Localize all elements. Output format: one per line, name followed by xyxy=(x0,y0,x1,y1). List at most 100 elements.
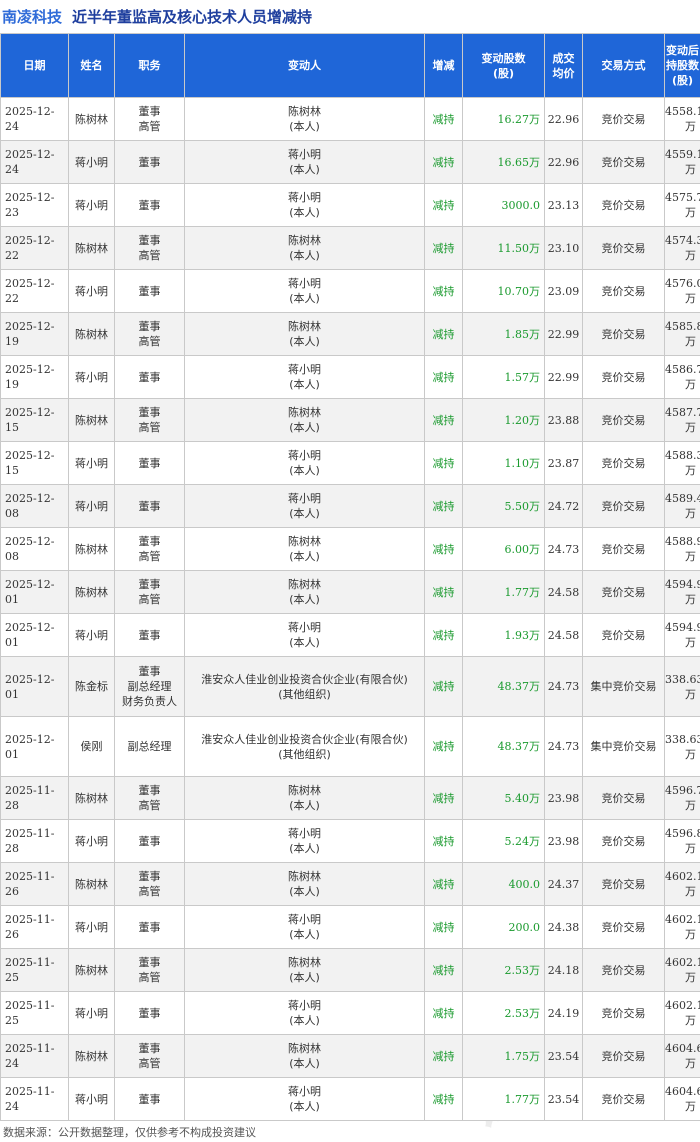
price-cell: 24.19 xyxy=(544,991,583,1035)
price-cell: 23.54 xyxy=(544,1034,583,1078)
shares-cell: 5.50万 xyxy=(462,484,545,528)
direction-cell: 减持 xyxy=(424,97,463,141)
table-row: 2025-12-24 蒋小明 董事 蒋小明 (本人) 减持 16.65万 22.96 竞价交易 4… xyxy=(0,140,700,184)
method-cell: 竞价交易 xyxy=(582,905,665,949)
method-cell: 竞价交易 xyxy=(582,140,665,184)
price-cell: 23.13 xyxy=(544,183,583,227)
after-holdings-cell: 4588.33万 xyxy=(664,441,700,485)
position-cell: 董事 高管 xyxy=(114,776,185,820)
name-cell: 蒋小明 xyxy=(68,819,115,863)
after-holdings-cell: 4574.38万 xyxy=(664,226,700,270)
price-cell: 23.87 xyxy=(544,441,583,485)
table-row: 2025-12-19 蒋小明 董事 蒋小明 (本人) 减持 1.57万 22.99 竞价交易 45… xyxy=(0,355,700,399)
date-cell: 2025-12-24 xyxy=(0,97,69,141)
price-cell: 24.18 xyxy=(544,948,583,992)
after-holdings-cell: 4575.76万 xyxy=(664,183,700,227)
shares-cell: 1.77万 xyxy=(462,1077,545,1121)
table-row: 2025-11-26 蒋小明 董事 蒋小明 (本人) 减持 200.0 24.38 竞价交易 46… xyxy=(0,905,700,949)
position-cell: 董事 xyxy=(114,991,185,1035)
data-source-note: 数据来源：公开数据整理，仅供参考不构成投资建议 xyxy=(3,1126,256,1139)
after-holdings-cell: 4586.76万 xyxy=(664,355,700,399)
method-cell: 集中竞价交易 xyxy=(582,656,665,717)
changer-cell: 蒋小明 (本人) xyxy=(184,819,425,863)
price-cell: 24.58 xyxy=(544,613,583,657)
method-cell: 竞价交易 xyxy=(582,97,665,141)
shares-cell: 48.37万 xyxy=(462,716,545,777)
shares-cell: 5.24万 xyxy=(462,819,545,863)
changer-cell: 淮安众人佳业创业投资合伙企业(有限合伙) (其他组织) xyxy=(184,716,425,777)
name-cell: 蒋小明 xyxy=(68,484,115,528)
after-holdings-cell: 4596.70万 xyxy=(664,776,700,820)
date-cell: 2025-11-26 xyxy=(0,905,69,949)
changer-cell: 淮安众人佳业创业投资合伙企业(有限合伙) (其他组织) xyxy=(184,656,425,717)
direction-cell: 减持 xyxy=(424,183,463,227)
direction-cell: 减持 xyxy=(424,1034,463,1078)
after-holdings-cell: 4602.10万 xyxy=(664,862,700,906)
direction-cell: 减持 xyxy=(424,527,463,571)
position-cell: 董事 xyxy=(114,1077,185,1121)
table-row: 2025-12-01 陈树林 董事 高管 陈树林 (本人) 减持 1.77万 24.58 竞价交易… xyxy=(0,570,700,614)
direction-cell: 减持 xyxy=(424,484,463,528)
date-cell: 2025-12-08 xyxy=(0,527,69,571)
shares-cell: 10.70万 xyxy=(462,269,545,313)
column-header: 职务 xyxy=(114,33,185,98)
shares-cell: 1.77万 xyxy=(462,570,545,614)
method-cell: 竞价交易 xyxy=(582,991,665,1035)
changer-cell: 陈树林 (本人) xyxy=(184,570,425,614)
method-cell: 竞价交易 xyxy=(582,527,665,571)
position-cell: 董事 xyxy=(114,269,185,313)
changer-cell: 陈树林 (本人) xyxy=(184,97,425,141)
position-cell: 董事 副总经理 财务负责人 xyxy=(114,656,185,717)
direction-cell: 减持 xyxy=(424,819,463,863)
after-holdings-cell: 4594.93万 xyxy=(664,613,700,657)
name-cell: 蒋小明 xyxy=(68,613,115,657)
table-row: 2025-11-24 蒋小明 董事 蒋小明 (本人) 减持 1.77万 23.54 竞价交易 46… xyxy=(0,1077,700,1121)
table-row: 2025-12-01 蒋小明 董事 蒋小明 (本人) 减持 1.93万 24.58 竞价交易 45… xyxy=(0,613,700,657)
method-cell: 集中竞价交易 xyxy=(582,716,665,777)
date-cell: 2025-12-24 xyxy=(0,140,69,184)
after-holdings-cell: 4602.10万 xyxy=(664,905,700,949)
name-cell: 陈树林 xyxy=(68,570,115,614)
date-cell: 2025-11-24 xyxy=(0,1077,69,1121)
table-row: 2025-12-08 蒋小明 董事 蒋小明 (本人) 减持 5.50万 24.72 竞价交易 45… xyxy=(0,484,700,528)
date-cell: 2025-12-19 xyxy=(0,312,69,356)
name-cell: 蒋小明 xyxy=(68,269,115,313)
position-cell: 董事 xyxy=(114,905,185,949)
name-cell: 陈树林 xyxy=(68,776,115,820)
after-holdings-cell: 4602.12万 xyxy=(664,991,700,1035)
changer-cell: 蒋小明 (本人) xyxy=(184,905,425,949)
changer-cell: 陈树林 (本人) xyxy=(184,527,425,571)
position-cell: 董事 xyxy=(114,441,185,485)
direction-cell: 减持 xyxy=(424,140,463,184)
changer-cell: 蒋小明 (本人) xyxy=(184,991,425,1035)
price-cell: 23.10 xyxy=(544,226,583,270)
column-header: 变动人 xyxy=(184,33,425,98)
direction-cell: 减持 xyxy=(424,226,463,270)
date-cell: 2025-12-15 xyxy=(0,441,69,485)
after-holdings-cell: 4602.14万 xyxy=(664,948,700,992)
price-cell: 24.73 xyxy=(544,527,583,571)
position-cell: 董事 高管 xyxy=(114,570,185,614)
direction-cell: 减持 xyxy=(424,441,463,485)
direction-cell: 减持 xyxy=(424,656,463,717)
method-cell: 竞价交易 xyxy=(582,776,665,820)
price-cell: 24.73 xyxy=(544,716,583,777)
date-cell: 2025-12-19 xyxy=(0,355,69,399)
page-header: 南凌科技 近半年董监高及核心技术人员增减持 xyxy=(0,0,700,33)
date-cell: 2025-11-25 xyxy=(0,948,69,992)
shares-cell: 1.20万 xyxy=(462,398,545,442)
shares-cell: 2.53万 xyxy=(462,991,545,1035)
position-cell: 董事 xyxy=(114,355,185,399)
table-row: 2025-12-19 陈树林 董事 高管 陈树林 (本人) 减持 1.85万 22.99 竞价交易… xyxy=(0,312,700,356)
date-cell: 2025-12-22 xyxy=(0,269,69,313)
date-cell: 2025-12-01 xyxy=(0,716,69,777)
method-cell: 竞价交易 xyxy=(582,570,665,614)
changer-cell: 陈树林 (本人) xyxy=(184,398,425,442)
direction-cell: 减持 xyxy=(424,570,463,614)
table-row: 2025-12-01 陈金标 董事 副总经理 财务负责人 淮安众人佳业创业投资合伙企业(有… xyxy=(0,656,700,717)
direction-cell: 减持 xyxy=(424,776,463,820)
position-cell: 董事 高管 xyxy=(114,527,185,571)
after-holdings-cell: 4559.11万 xyxy=(664,140,700,184)
name-cell: 陈树林 xyxy=(68,862,115,906)
column-header: 增减 xyxy=(424,33,463,98)
